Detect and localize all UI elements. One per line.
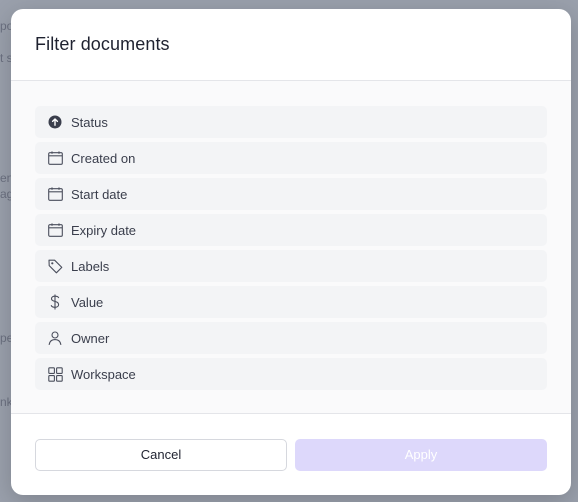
filter-item-status[interactable]: Status [35,106,547,138]
filter-item-label: Labels [71,258,110,274]
filter-list: Status Created on Start date Expiry date… [11,81,571,414]
filter-item-created-on[interactable]: Created on [35,142,547,174]
filter-item-workspace[interactable]: Workspace [35,358,547,390]
apply-button[interactable]: Apply [295,438,547,471]
filter-item-label: Workspace [71,366,136,382]
dollar-icon [47,294,63,310]
dialog-title: Filter documents [35,34,170,54]
calendar-icon [47,150,63,166]
filter-item-owner[interactable]: Owner [35,322,547,354]
filter-item-label: Expiry date [71,222,137,238]
status-arrow-up-icon [47,114,63,130]
filter-item-expiry-date[interactable]: Expiry date [35,214,547,246]
cancel-button[interactable]: Cancel [35,438,287,471]
calendar-icon [47,222,63,238]
filter-item-label: Status [71,114,108,130]
user-icon [47,330,63,346]
filter-item-label: Start date [71,186,128,202]
filter-item-label: Value [71,294,104,310]
filter-item-start-date[interactable]: Start date [35,178,547,210]
filter-dialog: Filter documents Status Created on Start… [11,9,571,495]
filter-item-value[interactable]: Value [35,286,547,318]
calendar-icon [47,186,63,202]
tag-icon [47,258,63,274]
filter-item-label: Created on [71,150,136,166]
filter-item-label: Owner [71,330,110,346]
dialog-footer: Cancel Apply [11,414,571,495]
filter-item-labels[interactable]: Labels [35,250,547,282]
grid-icon [47,366,63,382]
dialog-header: Filter documents [11,9,571,81]
